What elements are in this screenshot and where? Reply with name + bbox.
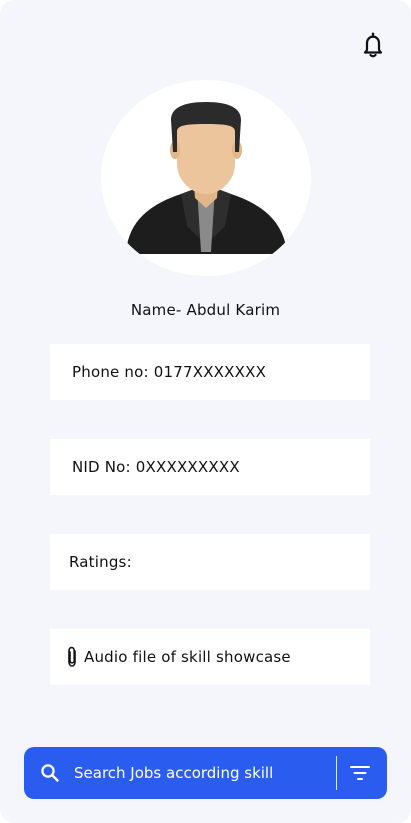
phone-text: Phone no: 0177XXXXXXX [72,363,267,381]
search-icon[interactable] [40,763,60,783]
paperclip-icon [64,645,80,669]
ratings-card: Ratings: [50,534,370,590]
nid-text: NID No: 0XXXXXXXXX [72,458,240,476]
user-avatar-icon [126,102,287,254]
profile-name: Name- Abdul Karim [130,301,281,319]
nid-card: NID No: 0XXXXXXXXX [50,439,370,495]
bell-icon[interactable] [360,31,386,59]
audio-file-label: Audio file of skill showcase [84,648,291,666]
search-bar [24,747,387,799]
audio-file-card[interactable]: Audio file of skill showcase [50,629,370,685]
filter-icon[interactable] [350,764,370,782]
search-input[interactable] [74,747,334,799]
profile-screen: Name- Abdul Karim Phone no: 0177XXXXXXX … [0,0,411,823]
ratings-text: Ratings: [69,553,132,571]
search-divider [336,756,337,790]
avatar [101,80,311,276]
phone-card: Phone no: 0177XXXXXXX [50,344,370,400]
